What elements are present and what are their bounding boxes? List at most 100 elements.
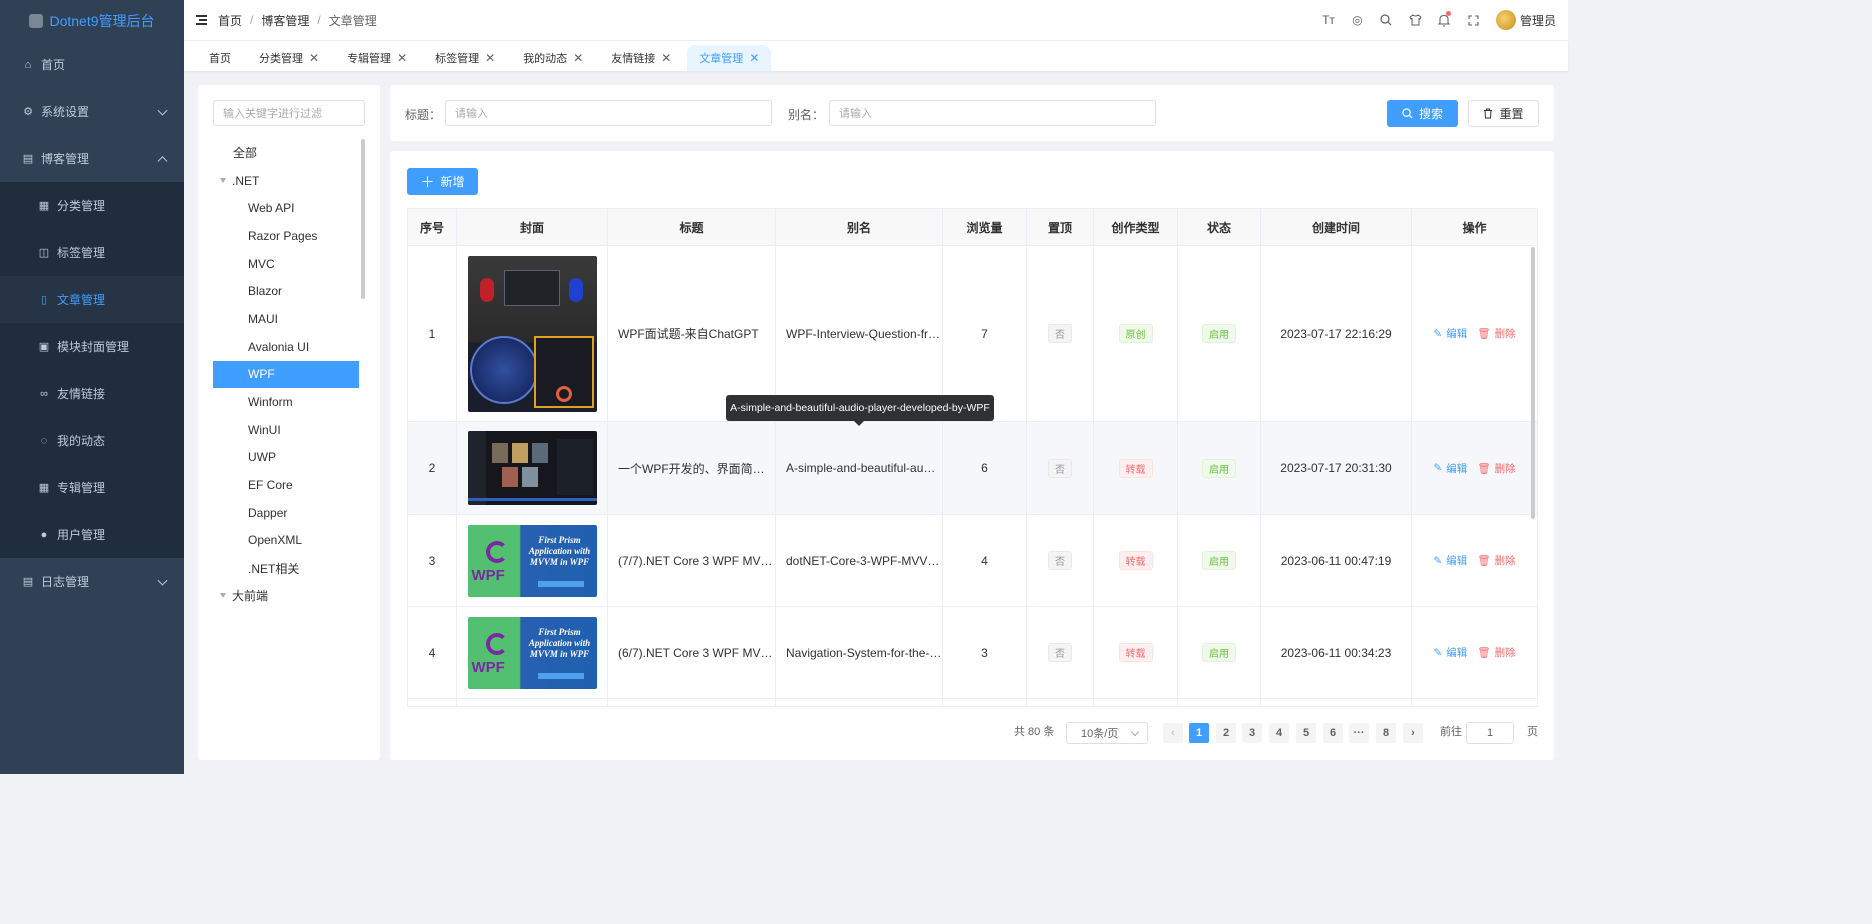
cover-image[interactable]: WPF First Prism Application with MVVM in… (467, 524, 597, 597)
page-button[interactable]: 1 (1189, 723, 1209, 743)
edit-button[interactable]: 编辑 (1446, 461, 1467, 476)
tree-node[interactable]: .NET (213, 167, 359, 195)
table-row[interactable] (408, 699, 1537, 706)
edit-icon[interactable]: ✎ (1433, 647, 1442, 659)
delete-button[interactable]: 删除 (1495, 461, 1516, 476)
sidebar-item-links[interactable]: ∞ 友情链接 (0, 370, 184, 417)
tree-node[interactable]: MAUI (213, 305, 359, 333)
table-row[interactable]: 3 WPF First Prism Application with MVVM … (408, 515, 1537, 607)
sidebar-item-settings[interactable]: ⚙ 系统设置 (0, 88, 184, 135)
tree-scrollbar[interactable] (361, 139, 365, 299)
sidebar-item-albums[interactable]: ▦ 专辑管理 (0, 464, 184, 511)
sidebar-item-logs[interactable]: ▤ 日志管理 (0, 558, 184, 605)
page-size-select[interactable]: 10条/页 (1066, 722, 1148, 744)
tree-node[interactable]: Web API (213, 194, 359, 222)
page-button[interactable]: 2 (1216, 723, 1236, 743)
sidebar-item-moments[interactable]: ◌ 我的动态 (0, 417, 184, 464)
alias-input[interactable]: 请输入 (829, 100, 1156, 126)
delete-icon[interactable]: 🗑 (1477, 462, 1490, 475)
tab-category[interactable]: 分类管理 ✕ (247, 45, 331, 71)
tree-node[interactable]: WinUI (213, 416, 359, 444)
sidebar-item-category[interactable]: ▦ 分类管理 (0, 182, 184, 229)
sidebar-item-cover[interactable]: ▣ 模块封面管理 (0, 323, 184, 370)
delete-icon[interactable]: 🗑 (1477, 646, 1490, 659)
edit-button[interactable]: 编辑 (1446, 553, 1467, 568)
fullscreen-icon[interactable] (1459, 10, 1488, 30)
theme-icon[interactable] (1401, 10, 1430, 30)
breadcrumb-item-blog[interactable]: 博客管理 (261, 12, 309, 29)
next-page-button[interactable]: › (1403, 723, 1423, 743)
tree-node[interactable]: Winform (213, 388, 359, 416)
table-row[interactable]: 2 一个WPF开发的、界面简洁漂亮的音频播放器 A-simple-and-bea… (408, 422, 1537, 515)
reset-button[interactable]: 重置 (1468, 100, 1539, 127)
status-cell (1178, 699, 1261, 706)
edit-icon[interactable]: ✎ (1433, 462, 1442, 474)
tree-node[interactable]: Blazor (213, 277, 359, 305)
font-size-icon[interactable]: Tт (1314, 10, 1343, 30)
delete-icon[interactable]: 🗑 (1477, 554, 1490, 567)
cover-image[interactable] (467, 431, 597, 505)
tree-node[interactable]: Avalonia UI (213, 333, 359, 361)
edit-button[interactable]: 编辑 (1446, 326, 1467, 341)
edit-button[interactable]: 编辑 (1446, 645, 1467, 660)
tab-articles[interactable]: 文章管理 ✕ (687, 45, 772, 71)
tree-node[interactable]: .NET相关 (213, 554, 359, 582)
tab-tags[interactable]: 标签管理 ✕ (423, 45, 507, 71)
sidebar-item-blog[interactable]: ▤ 博客管理 (0, 135, 184, 182)
tree-node[interactable]: OpenXML (213, 527, 359, 555)
close-icon[interactable]: ✕ (573, 51, 583, 65)
tree-node[interactable]: UWP (213, 444, 359, 472)
delete-icon[interactable]: 🗑 (1477, 327, 1490, 340)
tab-label: 标签管理 (435, 53, 480, 65)
page-button[interactable]: 3 (1242, 723, 1262, 743)
close-icon[interactable]: ✕ (661, 51, 671, 65)
add-article-button[interactable]: ＋ 新增 (407, 168, 478, 195)
prev-page-button[interactable]: ‹ (1163, 723, 1183, 743)
close-icon[interactable]: ✕ (309, 51, 319, 65)
edit-icon[interactable]: ✎ (1433, 328, 1442, 340)
search-icon[interactable] (1372, 10, 1401, 30)
page-button[interactable]: 5 (1296, 723, 1316, 743)
tab-albums[interactable]: 专辑管理 ✕ (335, 45, 419, 71)
table-scrollbar[interactable] (1531, 247, 1535, 519)
user-menu[interactable]: 管理员 (1495, 10, 1556, 30)
page-button[interactable]: 4 (1269, 723, 1289, 743)
tree-node[interactable]: Razor Pages (213, 222, 359, 250)
tree-node[interactable]: Dapper (213, 499, 359, 527)
tab-links[interactable]: 友情链接 ✕ (599, 45, 683, 71)
tree-node[interactable]: 全部 (213, 139, 359, 167)
search-button[interactable]: 搜索 (1387, 100, 1458, 127)
close-icon[interactable]: ✕ (485, 51, 495, 65)
sidebar-item-home[interactable]: ⌂ 首页 (0, 41, 184, 88)
breadcrumb-item-home[interactable]: 首页 (218, 12, 242, 29)
table-row[interactable]: 4 WPF First Prism Application with MVVM … (408, 607, 1537, 699)
tree-node-selected[interactable]: WPF (213, 360, 359, 389)
delete-button[interactable]: 删除 (1495, 326, 1516, 341)
close-icon[interactable]: ✕ (749, 51, 759, 65)
cover-image[interactable]: WPF First Prism Application with MVVM in… (467, 616, 597, 689)
hamburger-icon[interactable] (196, 15, 208, 25)
title-input[interactable]: 请输入 (445, 100, 772, 126)
delete-button[interactable]: 删除 (1495, 553, 1516, 568)
more-pages-icon[interactable]: ··· (1349, 723, 1369, 743)
bell-icon[interactable] (1430, 10, 1459, 30)
sidebar-item-tags[interactable]: ◫ 标签管理 (0, 229, 184, 276)
app-logo[interactable]: Dotnet9管理后台 (0, 0, 184, 41)
delete-button[interactable]: 删除 (1495, 645, 1516, 660)
tree-node[interactable]: EF Core (213, 471, 359, 499)
page-button[interactable]: 6 (1323, 723, 1343, 743)
github-icon[interactable]: ◎ (1343, 10, 1372, 30)
sidebar-item-articles[interactable]: ▯ 文章管理 (0, 276, 184, 323)
close-icon[interactable]: ✕ (397, 51, 407, 65)
page-button[interactable]: 8 (1376, 723, 1396, 743)
sidebar-item-users[interactable]: ● 用户管理 (0, 511, 184, 558)
tab-moments[interactable]: 我的动态 ✕ (511, 45, 595, 71)
tree-node[interactable]: MVC (213, 250, 359, 278)
tab-label: 分类管理 (259, 53, 303, 65)
tree-filter-input[interactable]: 输入关键字进行过滤 (213, 100, 365, 126)
tree-node[interactable]: 大前端 (213, 582, 359, 610)
cover-image[interactable] (467, 255, 597, 412)
tab-home[interactable]: 首页 (197, 45, 243, 71)
edit-icon[interactable]: ✎ (1433, 555, 1442, 567)
goto-page-input[interactable]: 1 (1466, 722, 1514, 744)
